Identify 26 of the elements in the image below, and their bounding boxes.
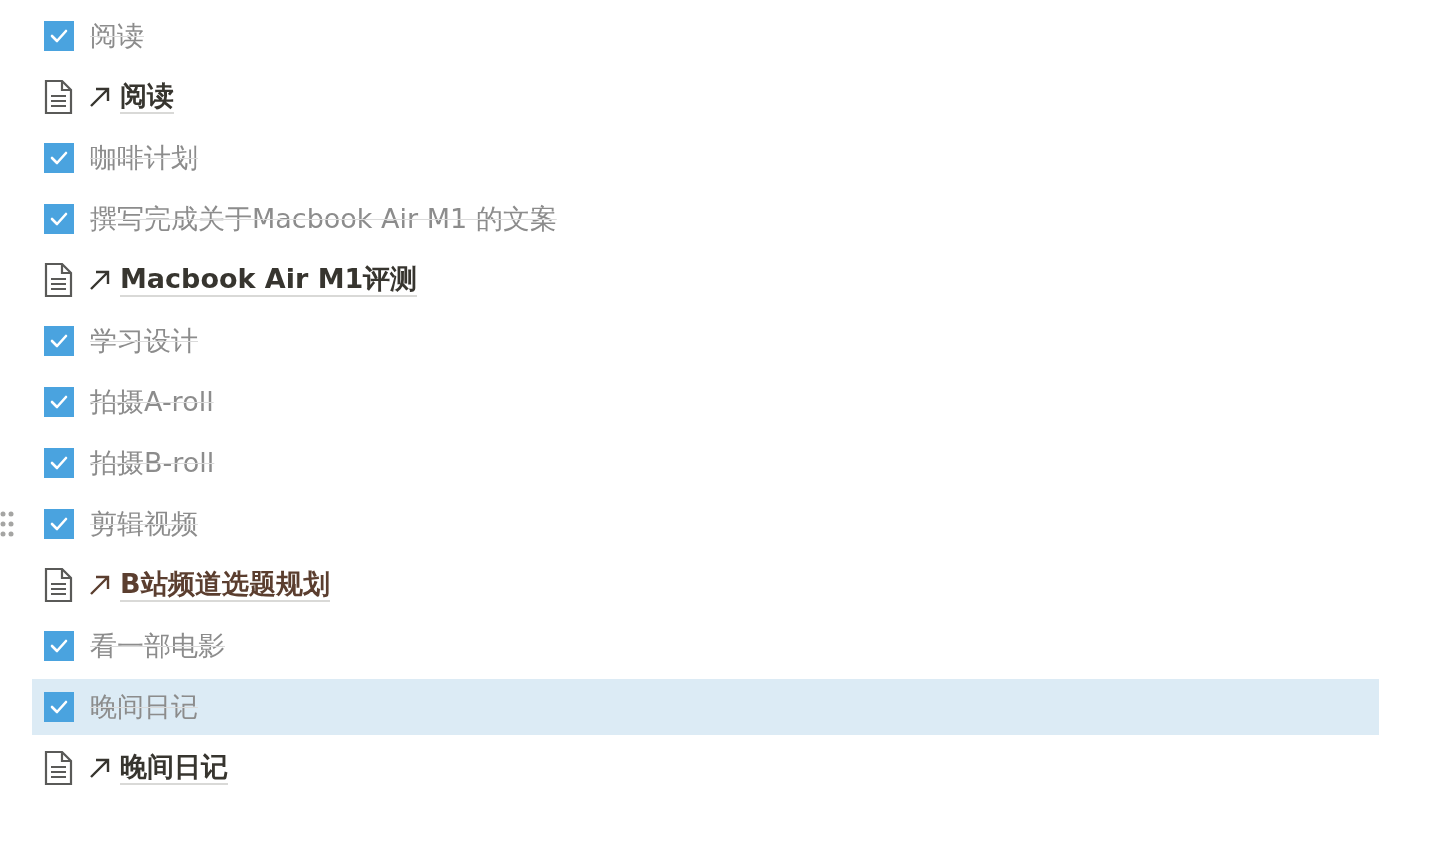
document-icon — [44, 750, 74, 786]
todo-text: 学习设计 — [90, 323, 198, 358]
todo-text: 看一部电影 — [90, 628, 225, 663]
todo-text: 晚间日记 — [90, 689, 198, 724]
todo-text: 咖啡计划 — [90, 140, 198, 175]
page-link[interactable]: Macbook Air M1评测 — [120, 262, 418, 298]
page-link[interactable]: 晚间日记 — [120, 750, 228, 786]
checkbox[interactable] — [44, 509, 74, 539]
arrow-icon — [88, 573, 112, 597]
checkbox[interactable] — [44, 21, 74, 51]
checkbox[interactable] — [44, 387, 74, 417]
document-icon — [44, 262, 74, 298]
page-link[interactable]: 阅读 — [120, 79, 174, 115]
document-icon — [44, 79, 74, 115]
arrow-icon — [88, 85, 112, 109]
drag-handle-icon[interactable] — [0, 511, 14, 537]
checkbox[interactable] — [44, 631, 74, 661]
document-icon — [44, 567, 74, 603]
checkbox[interactable] — [44, 143, 74, 173]
checkbox[interactable] — [44, 692, 74, 722]
checkbox[interactable] — [44, 448, 74, 478]
checkbox[interactable] — [44, 204, 74, 234]
arrow-icon — [88, 268, 112, 292]
checkbox[interactable] — [44, 326, 74, 356]
arrow-icon — [88, 756, 112, 780]
page-link[interactable]: B站频道选题规划 — [120, 567, 330, 603]
